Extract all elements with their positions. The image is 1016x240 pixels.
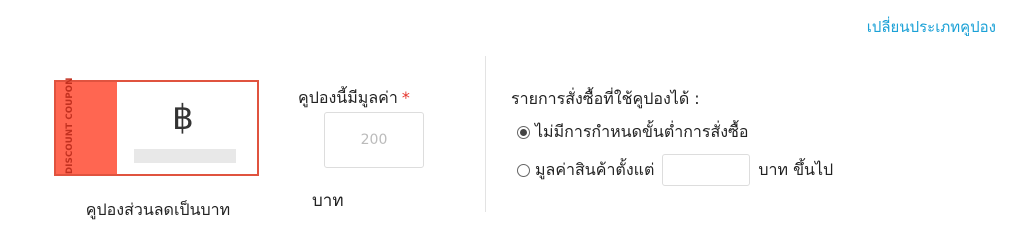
coupon-illustration: DISCOUNT COUPON ฿ — [54, 77, 259, 176]
no-minimum-option[interactable]: ไม่มีการกำหนดขั้นต่ำการสั่งซื้อ — [517, 120, 749, 145]
minimum-value-input[interactable] — [662, 154, 751, 186]
coupon-value-input[interactable] — [324, 112, 424, 168]
coupon-value-unit: บาท — [312, 191, 344, 211]
order-condition-title: รายการสั่งซื้อที่ใช้คูปองได้ : — [511, 89, 700, 108]
minimum-value-radio[interactable] — [517, 163, 530, 177]
minimum-value-option[interactable]: มูลค่าสินค้าตั้งแต่ บาท ขึ้นไป — [517, 154, 833, 186]
coupon-type-caption: คูปองส่วนลดเป็นบาท — [85, 200, 231, 219]
no-minimum-radio[interactable] — [517, 126, 530, 139]
coupon-settings-panel: เปลี่ยนประเภทคูปอง DISCOUNT COUPON ฿ คูป… — [0, 0, 1016, 237]
no-minimum-label: ไม่มีการกำหนดขั้นต่ำการสั่งซื้อ — [535, 122, 749, 141]
minimum-value-suffix: บาท ขึ้นไป — [758, 159, 834, 179]
coupon-value-label-text: คูปองนี้มีมูลค่า — [298, 88, 398, 107]
coupon-strip: DISCOUNT COUPON — [56, 77, 117, 174]
coupon-placeholder-bar — [134, 149, 236, 163]
coupon-value-label: คูปองนี้มีมูลค่า * — [298, 86, 410, 111]
change-coupon-type-link[interactable]: เปลี่ยนประเภทคูปอง — [867, 15, 996, 39]
baht-symbol-icon: ฿ — [172, 98, 194, 138]
coupon-strip-text: DISCOUNT COUPON — [65, 77, 75, 174]
coupon-body: ฿ — [117, 82, 257, 174]
section-divider — [485, 56, 486, 212]
minimum-value-label: มูลค่าสินค้าตั้งแต่ — [535, 159, 655, 179]
required-mark: * — [401, 88, 410, 107]
